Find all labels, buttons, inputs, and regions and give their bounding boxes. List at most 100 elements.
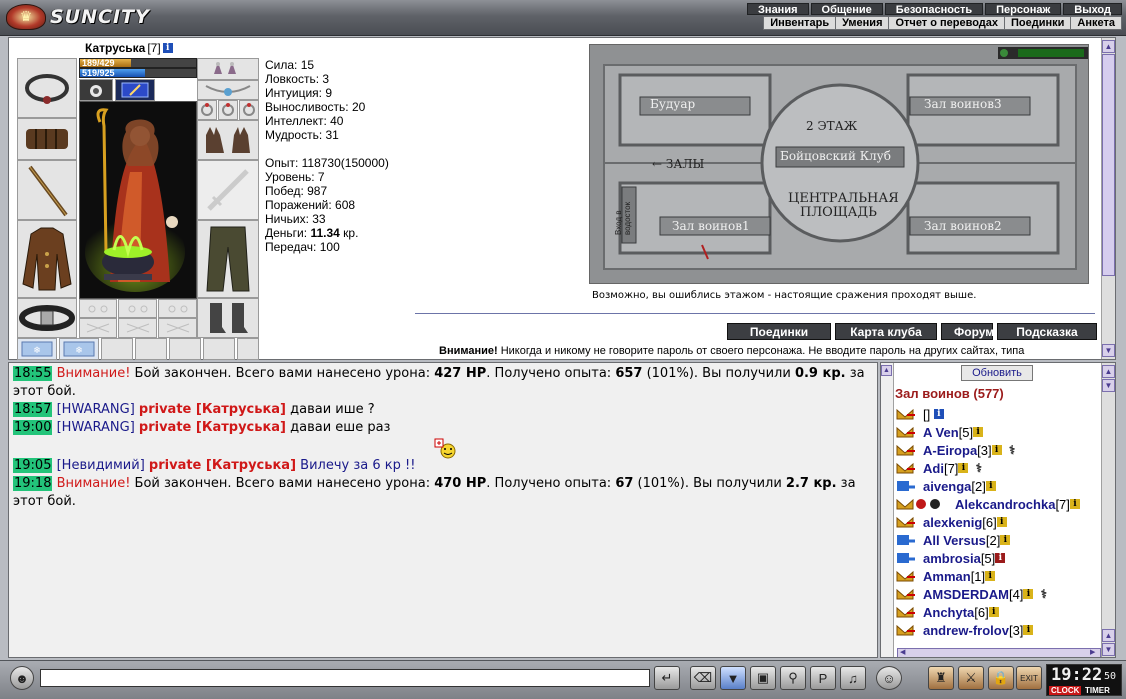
slot-boots[interactable] [197,298,259,338]
chat-private-target[interactable]: private [Катруська] [149,458,296,473]
user-row[interactable]: [] i [895,405,1101,423]
send-icon[interactable]: ↵ [654,666,680,690]
user-row[interactable]: Anchyta [6] i [895,603,1101,621]
inventory-bag-icon[interactable]: ♜ [928,666,954,690]
users-scrollbar[interactable]: ▲ ▼ ▲ ▼ [1101,363,1115,657]
map-halls[interactable]: ← ЗАЛЫ [652,157,704,171]
slot-small-4[interactable] [79,318,117,338]
slot-earrings[interactable] [197,58,259,80]
hint-button[interactable]: Подсказка [997,323,1097,340]
slot-empty-scroll-3[interactable] [169,338,201,360]
character-name-line: Катруська [7] i [85,41,173,55]
slot-small-3[interactable] [158,299,197,318]
user-row[interactable]: ambrosia [5] i [895,549,1101,567]
slot-small-1[interactable] [79,299,117,318]
exit-icon[interactable]: EXIT [1016,666,1042,690]
club-map-button[interactable]: Карта клуба [835,323,937,340]
walk-icon[interactable]: ⚲ [780,666,806,690]
user-row[interactable]: Alekcandrochka [7] i [895,495,1101,513]
map-sewer-entrance[interactable]: Вход в водосток [614,195,632,235]
slot-small-5[interactable] [118,318,157,338]
submenu-skills[interactable]: Умения [836,16,890,30]
user-row[interactable]: Adi [7] i ⚕ [895,459,1101,477]
filter-icon[interactable]: ▼ [720,666,746,690]
scroll-thumb[interactable] [1102,54,1115,276]
slot-weapon[interactable] [17,160,77,220]
user-row[interactable]: Amman [1] i [895,567,1101,585]
slot-empty-scroll-1[interactable] [101,338,133,360]
scroll-up-icon[interactable]: ▲ [881,365,892,376]
chat-input[interactable] [40,669,650,687]
slot-offhand[interactable] [197,160,259,220]
chat-nick[interactable]: [HWARANG] [57,420,135,435]
menu-communication[interactable]: Общение [810,3,883,16]
sound-icon[interactable]: ♫ [840,666,866,690]
duel-icon[interactable]: ⚔ [958,666,984,690]
map-hall2[interactable]: Зал воинов2 [924,219,1002,233]
chat-nick[interactable]: [HWARANG] [57,402,135,417]
clear-icon[interactable]: ⌫ [690,666,716,690]
slot-empty-scroll-5[interactable] [237,338,259,360]
private-icon[interactable]: P [810,666,836,690]
submenu-inventory[interactable]: Инвентарь [763,16,837,30]
refresh-button[interactable]: Обновить [961,365,1033,381]
submenu-profile[interactable]: Анкета [1071,16,1122,30]
slot-empty-scroll-4[interactable] [203,338,235,360]
user-row[interactable]: A Ven [5] i [895,423,1101,441]
slot-armor[interactable] [17,220,77,298]
chat-nick[interactable]: [Невидимий] [57,458,145,473]
map-square[interactable]: ПЛОЩАДЬ [800,205,877,220]
submenu-duels[interactable]: Поединки [1005,16,1072,30]
slot-pants[interactable] [197,220,259,298]
chat-private-target[interactable]: private [Катруська] [139,402,286,417]
forum-button[interactable]: Форум [941,323,994,340]
scroll-up-icon[interactable]: ▲ [1102,629,1115,642]
map-boudoir[interactable]: Будуар [650,97,695,111]
map-hall1[interactable]: Зал воинов1 [672,219,750,233]
effect-slot-1[interactable] [79,79,113,101]
slot-necklace[interactable] [17,58,77,118]
slot-small-6[interactable] [158,318,197,338]
map-fight-club[interactable]: Бойцовский Клуб [780,149,891,163]
map-hall3[interactable]: Зал воинов3 [924,97,1002,111]
slot-gloves[interactable] [197,120,259,160]
user-row[interactable]: All Versus [2] i [895,531,1101,549]
scroll-down-icon[interactable]: ▼ [1102,643,1115,656]
scroll-up-icon[interactable]: ▲ [1102,365,1115,378]
users-left-scrollbar[interactable]: ▲ [881,363,894,657]
slot-scroll-2[interactable]: ❄ [59,338,99,360]
scroll-up-icon[interactable]: ▲ [1102,40,1115,53]
slot-ring-2[interactable] [218,100,238,120]
duels-button[interactable]: Поединки [727,323,831,340]
effect-slot-2[interactable] [115,79,155,101]
slot-small-2[interactable] [118,299,157,318]
slot-ring-top[interactable] [197,80,259,100]
scroll-down-icon[interactable]: ▼ [1102,379,1115,392]
users-hscrollbar[interactable]: ◀ ▶ [897,648,1101,657]
menu-knowledge[interactable]: Знания [747,3,809,16]
menu-exit[interactable]: Выход [1063,3,1122,16]
scroll-down-icon[interactable]: ▼ [1102,344,1115,357]
save-log-icon[interactable]: ▣ [750,666,776,690]
slot-belt[interactable] [17,298,77,338]
info-icon[interactable]: i [162,43,173,53]
user-row[interactable]: alexkenig [6] i [895,513,1101,531]
lock-icon[interactable]: 🔒 [988,666,1014,690]
user-row[interactable]: andrew-frolov [3] i [895,621,1101,639]
slot-scroll-1[interactable]: ❄ [17,338,57,360]
slot-ring-3[interactable] [239,100,259,120]
user-row[interactable]: A-Eiropa [3] i ⚕ [895,441,1101,459]
slot-empty-scroll-2[interactable] [135,338,167,360]
chat-private-target[interactable]: private [Катруська] [139,420,286,435]
slot-ring-1[interactable] [197,100,217,120]
chat-mode-icon[interactable]: ☻ [10,666,34,690]
menu-character[interactable]: Персонаж [985,3,1062,16]
belt-icon [19,305,75,331]
menu-security[interactable]: Безопасность [884,3,984,16]
submenu-transfers-report[interactable]: Отчет о переводах [889,16,1006,30]
slot-bracers[interactable] [17,118,77,160]
user-row[interactable]: aivenga [2] i [895,477,1101,495]
main-scrollbar[interactable]: ▲ ▼ [1101,38,1115,359]
user-row[interactable]: AMSDERDAM [4] i ⚕ [895,585,1101,603]
smiles-icon[interactable]: ☺ [876,666,902,690]
